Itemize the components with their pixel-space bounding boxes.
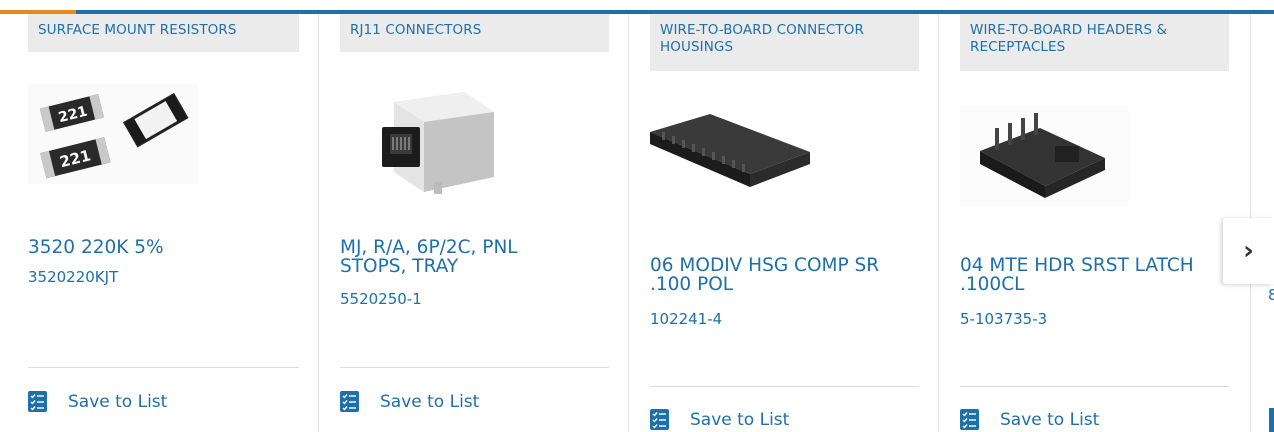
divider <box>960 386 1229 387</box>
save-to-list-button[interactable]: Save to List <box>28 391 167 412</box>
save-label: Save to List <box>690 409 790 430</box>
product-title[interactable]: 3520 220K 5% <box>28 238 288 257</box>
checklist-icon <box>340 391 359 412</box>
resistor-image[interactable]: 221 221 <box>28 84 198 184</box>
part-number[interactable]: 5520250-1 <box>340 290 422 308</box>
checklist-icon <box>28 391 47 412</box>
connector-housing-image[interactable] <box>650 102 820 202</box>
save-to-list-button[interactable]: Save to List <box>650 409 789 430</box>
product-title[interactable]: MJ, R/A, 6P/2C, PNL STOPS, TRAY <box>340 238 580 276</box>
checklist-icon <box>650 409 669 430</box>
product-card[interactable]: WIRE-TO-BOARD HEADERS & RECEPTACLES 04 M… <box>950 14 1240 432</box>
header-image[interactable] <box>960 106 1130 206</box>
next-card-save-icon-peek <box>1269 408 1274 432</box>
checklist-icon <box>960 409 979 430</box>
category-label[interactable]: WIRE-TO-BOARD CONNECTOR HOUSINGS <box>650 14 919 71</box>
divider <box>650 386 919 387</box>
part-number[interactable]: 3520220KJT <box>28 268 118 286</box>
save-label: Save to List <box>68 391 168 412</box>
save-to-list-button[interactable]: Save to List <box>960 409 1099 430</box>
category-label[interactable]: SURFACE MOUNT RESISTORS <box>28 14 299 52</box>
product-card[interactable]: SURFACE MOUNT RESISTORS 221 221 3520 220… <box>18 14 308 432</box>
save-label: Save to List <box>1000 409 1100 430</box>
next-card-peek: 8 <box>1268 286 1274 304</box>
card-separator <box>628 14 629 432</box>
save-label: Save to List <box>380 391 480 412</box>
card-separator <box>938 14 939 432</box>
product-card[interactable]: WIRE-TO-BOARD CONNECTOR HOUSINGS 06 MODI… <box>640 14 930 432</box>
rj11-connector-image[interactable] <box>374 82 504 202</box>
part-number[interactable]: 102241-4 <box>650 310 722 328</box>
card-separator <box>318 14 319 432</box>
carousel-next-button[interactable]: › <box>1223 218 1274 284</box>
divider <box>28 367 299 368</box>
product-title[interactable]: 06 MODIV HSG COMP SR .100 POL <box>650 256 910 294</box>
divider <box>340 367 609 368</box>
part-number[interactable]: 5-103735-3 <box>960 310 1047 328</box>
chevron-right-icon: › <box>1243 236 1254 266</box>
category-label[interactable]: WIRE-TO-BOARD HEADERS & RECEPTACLES <box>960 14 1229 71</box>
category-label[interactable]: RJ11 CONNECTORS <box>340 14 609 52</box>
save-to-list-button[interactable]: Save to List <box>340 391 479 412</box>
product-card[interactable]: RJ11 CONNECTORS MJ, R/A, 6P/2C, PNL STOP… <box>330 14 620 432</box>
product-title[interactable]: 04 MTE HDR SRST LATCH .100CL <box>960 256 1220 294</box>
